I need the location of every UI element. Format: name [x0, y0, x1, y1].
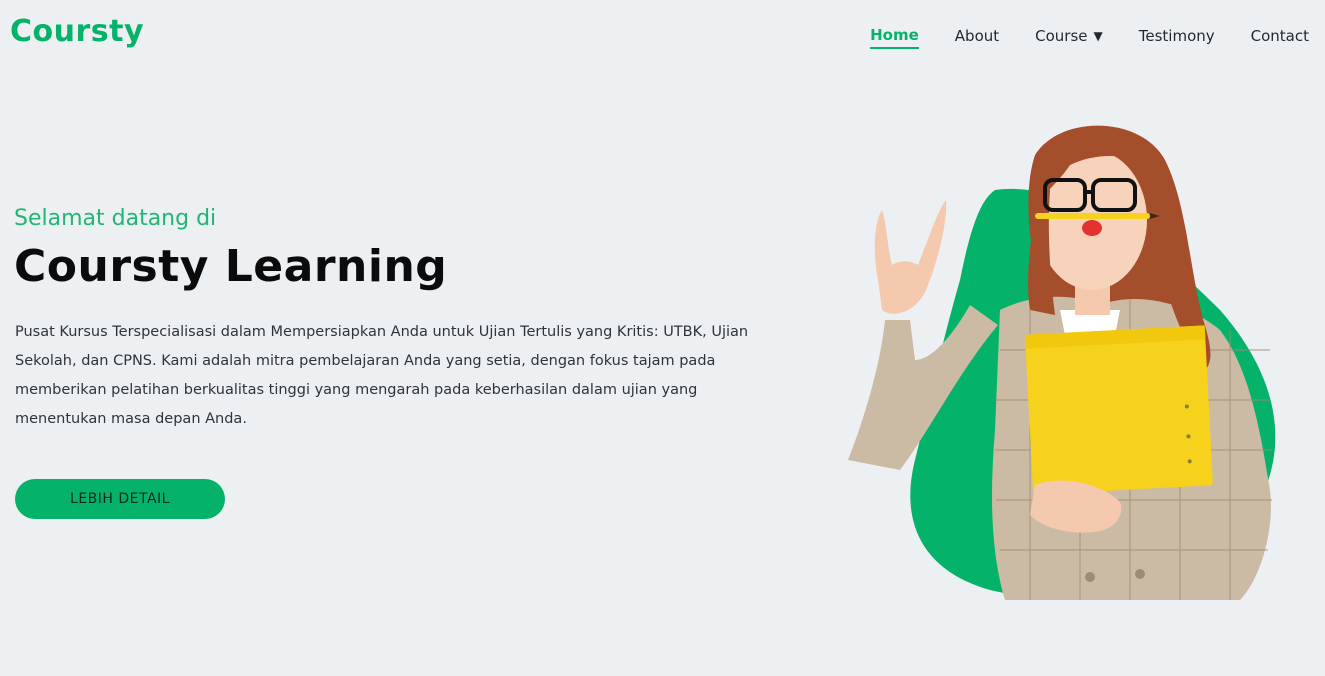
woman-with-yellow-folder-illustration	[848, 125, 1276, 600]
nav-about[interactable]: About	[955, 27, 999, 48]
landing-page: Coursty Home About Course ▼ Testimony Co…	[0, 0, 1325, 676]
nav-home-label: Home	[870, 26, 919, 44]
nav-testimony[interactable]: Testimony	[1139, 27, 1215, 48]
nav-course-dropdown[interactable]: Course ▼	[1035, 27, 1103, 48]
hero-subtitle: Selamat datang di	[14, 206, 217, 231]
caret-down-icon: ▼	[1093, 29, 1103, 43]
nav-about-label: About	[954, 27, 1000, 45]
nav-contact-label: Contact	[1250, 27, 1309, 45]
main-nav: Home About Course ▼ Testimony Contact	[834, 26, 1309, 49]
nav-home[interactable]: Home	[870, 26, 919, 49]
hero-title: Coursty Learning	[14, 241, 448, 292]
brand-logo[interactable]: Coursty	[10, 14, 144, 49]
nav-course-label: Course	[1035, 27, 1088, 45]
more-detail-button[interactable]: LEBIH DETAIL	[15, 479, 225, 519]
nav-testimony-label: Testimony	[1138, 27, 1215, 45]
nav-contact[interactable]: Contact	[1251, 27, 1309, 48]
hero-description: Pusat Kursus Terspecialisasi dalam Mempe…	[15, 324, 749, 427]
